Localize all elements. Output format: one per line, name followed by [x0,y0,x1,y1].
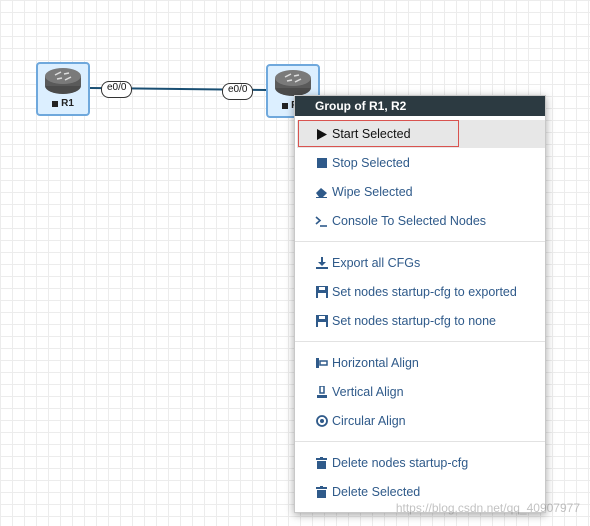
circle-dot-icon [315,415,328,428]
menu-item-label: Vertical Align [332,385,404,399]
router-node-r1[interactable]: R1 [36,62,90,116]
node-label: R1 [61,98,74,109]
menu-item-label: Delete nodes startup-cfg [332,456,469,470]
interface-label-r1[interactable]: e0/0 [101,81,133,98]
menu-item-label: Console To Selected Nodes [332,214,487,228]
stop-icon [315,157,328,170]
trash-icon [315,486,328,499]
menu-item-label: Horizontal Align [332,356,419,370]
horizontal-align-menu-item[interactable]: Horizontal Align [297,349,545,377]
terminal-icon [315,215,328,228]
trash-icon [315,457,328,470]
align-horizontal-icon [315,357,328,370]
interface-label-r2[interactable]: e0/0 [222,83,254,100]
menu-divider [295,341,545,342]
circular-align-menu-item[interactable]: Circular Align [297,407,545,435]
menu-item-label: Wipe Selected [332,185,413,199]
vertical-align-menu-item[interactable]: Vertical Align [297,378,545,406]
set-startup-cfg-exported-menu-item[interactable]: Set nodes startup-cfg to exported [297,278,545,306]
delete-startup-cfg-menu-item[interactable]: Delete nodes startup-cfg [297,449,545,477]
watermark: https://blog.csdn.net/qq_40907977 [395,501,580,515]
node-status-icon [52,100,59,107]
console-selected-menu-item[interactable]: Console To Selected Nodes [297,207,545,235]
set-startup-cfg-none-menu-item[interactable]: Set nodes startup-cfg to none [297,307,545,335]
router-icon [45,68,81,94]
menu-item-label: Set nodes startup-cfg to none [332,314,496,328]
save-icon [315,286,328,299]
node-status-icon [282,102,289,109]
menu-item-label: Stop Selected [332,156,410,170]
context-menu: Group of R1, R2 Start Selected Stop Sele… [294,95,546,513]
wipe-selected-menu-item[interactable]: Wipe Selected [297,178,545,206]
menu-divider [295,441,545,442]
save-icon [315,315,328,328]
menu-item-label: Set nodes startup-cfg to exported [332,285,517,299]
menu-item-label: Export all CFGs [332,256,421,270]
eraser-icon [315,186,328,199]
menu-item-label: Circular Align [332,414,406,428]
download-icon [315,257,328,270]
router-icon [275,70,311,96]
context-menu-title: Group of R1, R2 [295,96,545,116]
stop-selected-menu-item[interactable]: Stop Selected [297,149,545,177]
play-icon [315,128,328,141]
export-all-cfgs-menu-item[interactable]: Export all CFGs [297,249,545,277]
menu-item-label: Start Selected [332,127,411,141]
start-selected-menu-item[interactable]: Start Selected [297,120,545,148]
align-vertical-icon [315,386,328,399]
menu-divider [295,241,545,242]
